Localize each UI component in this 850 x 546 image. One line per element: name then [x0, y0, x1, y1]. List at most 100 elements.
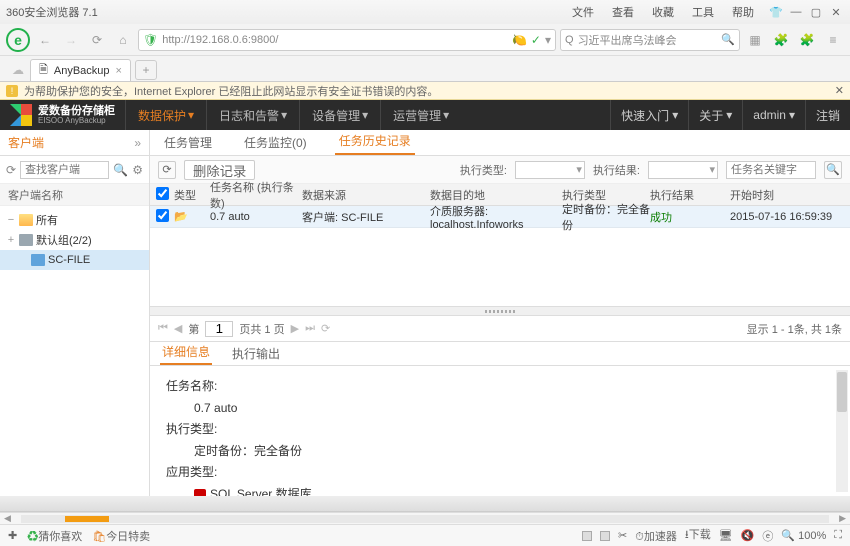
page-last-icon[interactable]: ⏭ [305, 322, 315, 335]
menu-more-icon[interactable]: ≡ [822, 29, 844, 51]
link-user[interactable]: admin▾ [742, 100, 805, 130]
exec-result-combo[interactable]: ▾ [648, 161, 718, 179]
nav-log-alert[interactable]: 日志和告警▾ [206, 100, 299, 130]
close-icon[interactable]: ✕ [828, 5, 844, 19]
status-like[interactable]: ♻猜你喜欢 [27, 528, 82, 544]
shield-icon: 🛡 [143, 33, 158, 47]
tab-add-button[interactable]: + [135, 60, 157, 80]
task-keyword-input[interactable] [726, 161, 816, 179]
search-box[interactable]: Q 习近平出席乌法峰会 🔍 [560, 29, 740, 51]
tab-task-monitor[interactable]: 任务监控(0) [240, 130, 311, 155]
max-icon[interactable]: ▢ [808, 5, 824, 19]
refresh-clients-icon[interactable]: ⟳ [6, 163, 16, 177]
tree-node-all[interactable]: −所有 [0, 210, 149, 230]
menu-file[interactable]: 文件 [568, 4, 598, 20]
reload-button[interactable]: ⟳ [86, 29, 108, 51]
h-splitter[interactable] [150, 306, 850, 316]
home-button[interactable]: ⌂ [112, 29, 134, 51]
back-button[interactable]: ← [34, 29, 56, 51]
hscroll-track[interactable] [21, 515, 829, 523]
client-search-input[interactable] [20, 161, 109, 179]
page-input[interactable] [205, 321, 233, 337]
cell-result: 成功 [650, 209, 730, 225]
folder-icon [19, 214, 33, 226]
status-grid1-icon[interactable] [582, 531, 592, 541]
cloud-icon[interactable]: ☁ [12, 63, 24, 77]
warning-close-icon[interactable]: ✕ [835, 84, 844, 97]
tab-task-history[interactable]: 任务历史记录 [335, 130, 415, 155]
plus-icon[interactable]: ✚ [8, 529, 17, 542]
tab-exec-output[interactable]: 执行输出 [230, 342, 282, 365]
col-result[interactable]: 执行结果 [650, 187, 730, 203]
link-quickstart[interactable]: 快速入门▾ [610, 100, 688, 130]
address-bar[interactable]: 🛡 http://192.168.0.6:9800/ 🍋 ✓ ▾ [138, 29, 556, 51]
client-tree: −所有 +默认组(2/2) SC-FILE [0, 206, 149, 496]
detail-name-value: 0.7 auto [166, 398, 834, 420]
status-mute-icon[interactable]: 🔇 [741, 529, 755, 542]
compat-icon[interactable]: ✓ [531, 33, 541, 47]
nav-data-protect[interactable]: 数据保护▾ [125, 100, 206, 130]
link-logout[interactable]: 注销 [805, 100, 850, 130]
row-checkbox[interactable] [156, 209, 169, 222]
col-start[interactable]: 开始时刻 [730, 187, 850, 203]
ext1-icon[interactable]: ▦ [744, 29, 766, 51]
menu-help[interactable]: 帮助 [728, 4, 758, 20]
tab-task-manage[interactable]: 任务管理 [160, 130, 216, 155]
detail-scrollbar[interactable] [836, 370, 848, 492]
status-pc-icon[interactable]: 🖥 [719, 529, 733, 542]
forward-button[interactable]: → [60, 29, 82, 51]
tree-node-default-group[interactable]: +默认组(2/2) [0, 230, 149, 250]
nav-device[interactable]: 设备管理▾ [299, 100, 380, 130]
col-name[interactable]: 任务名称 (执行条数) [210, 179, 302, 211]
status-cut-icon[interactable]: ✂ [618, 529, 627, 542]
skin-icon[interactable]: 👕 [768, 5, 784, 19]
detail-exec-label: 执行类型: [166, 419, 834, 441]
col-src[interactable]: 数据来源 [302, 187, 430, 203]
tree-header: 客户端名称 [0, 184, 149, 206]
link-about[interactable]: 关于▾ [688, 100, 742, 130]
ext2-icon[interactable]: 🧩 [770, 29, 792, 51]
page-prev-icon[interactable]: ◀ [174, 322, 182, 335]
status-fullscreen-icon[interactable]: ⛶ [834, 529, 842, 542]
col-dst[interactable]: 数据目的地 [430, 187, 562, 203]
col-type[interactable]: 类型 [174, 187, 210, 203]
warning-icon: ! [6, 85, 18, 97]
refresh-history-button[interactable]: ⟳ [158, 161, 176, 179]
page-first-icon[interactable]: ⏮ [158, 322, 168, 335]
page-refresh-icon[interactable]: ⟳ [321, 322, 330, 335]
exec-type-combo[interactable]: ▾ [515, 161, 585, 179]
status-sale[interactable]: 🛍今日特卖 [92, 528, 150, 544]
url-text: http://192.168.0.6:9800/ [162, 34, 508, 46]
min-icon[interactable]: — [788, 5, 804, 19]
cell-start: 2015-07-16 16:59:39 [730, 211, 850, 223]
status-download[interactable]: ⭳下载 [685, 526, 711, 545]
status-ie-icon[interactable]: ⓔ [762, 528, 773, 544]
search-client-icon[interactable]: 🔍 [113, 163, 128, 177]
menu-view[interactable]: 查看 [608, 4, 638, 20]
search-icon: Q [565, 34, 574, 46]
status-zoom[interactable]: 🔍 100% [781, 529, 826, 542]
brand-cn: 爱数备份存储柜 [38, 106, 115, 117]
bookmark-icon[interactable]: 🍋 [512, 33, 527, 47]
browser-tab[interactable]: 🗎 AnyBackup × [30, 59, 131, 81]
select-all-checkbox[interactable] [156, 187, 169, 200]
tab-detail-info[interactable]: 详细信息 [160, 340, 212, 365]
status-grid2-icon[interactable] [600, 531, 610, 541]
tab-title: AnyBackup [54, 65, 110, 77]
client-settings-icon[interactable]: ⚙ [132, 163, 143, 177]
nav-ops[interactable]: 运营管理▾ [380, 100, 461, 130]
search-go-icon[interactable]: 🔍 [721, 33, 735, 46]
search-task-button[interactable]: 🔍 [824, 161, 842, 179]
tree-node-sc-file[interactable]: SC-FILE [0, 250, 149, 270]
ext3-icon[interactable]: 🧩 [796, 29, 818, 51]
group-icon [19, 234, 33, 246]
page-next-icon[interactable]: ▶ [291, 322, 299, 335]
status-accelerator[interactable]: ⏱加速器 [635, 528, 677, 544]
menu-fav[interactable]: 收藏 [648, 4, 678, 20]
mode-dropdown-icon[interactable]: ▾ [545, 33, 551, 47]
tab-close-icon[interactable]: × [116, 65, 122, 77]
delete-records-button[interactable]: 删除记录 [184, 160, 255, 180]
brand-en: EISOO AnyBackup [38, 117, 115, 125]
menu-tools[interactable]: 工具 [688, 4, 718, 20]
sidebar-collapse-icon[interactable]: » [134, 136, 141, 150]
